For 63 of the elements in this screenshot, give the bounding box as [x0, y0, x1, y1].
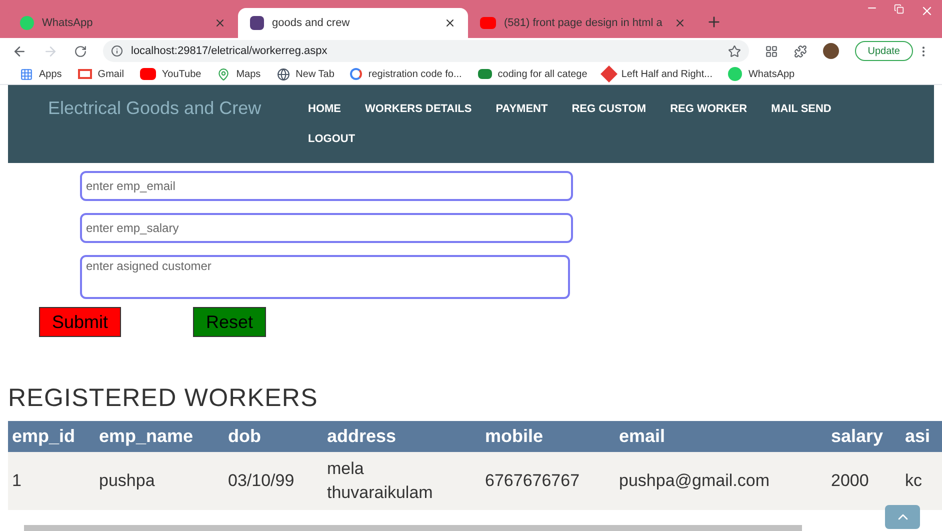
- section-title: REGISTERED WORKERS: [8, 383, 319, 413]
- globe-icon: [276, 68, 290, 80]
- nav-link[interactable]: REG CUSTOM: [572, 101, 646, 131]
- column-header: dob: [227, 425, 262, 448]
- bookmark[interactable]: Apps: [39, 66, 62, 82]
- bookmark[interactable]: WhatsApp: [748, 66, 795, 82]
- bookmark[interactable]: coding for all catege: [498, 66, 588, 82]
- column-header: email: [618, 425, 666, 448]
- back-icon[interactable]: [12, 44, 27, 58]
- nav-link[interactable]: PAYMENT: [496, 101, 548, 131]
- column-header: asi: [904, 425, 932, 448]
- bookmark[interactable]: registration code fo...: [368, 66, 462, 82]
- bookmark[interactable]: Left Half and Right...: [621, 66, 712, 82]
- column-header: address: [326, 425, 398, 448]
- table-cell-text: pushpa: [98, 470, 156, 492]
- bookmark[interactable]: Maps: [236, 66, 261, 82]
- update-button[interactable]: Update: [854, 41, 913, 61]
- nav-link[interactable]: LOGOUT: [308, 131, 356, 161]
- tab-title: (581) front page design in html a: [504, 16, 664, 31]
- browser-tab[interactable]: goods and crew: [238, 8, 468, 38]
- table-cell-text: mela thuvaraikulam: [326, 458, 434, 504]
- nav-link[interactable]: HOME: [308, 101, 341, 131]
- column-header: emp_id: [11, 425, 76, 448]
- bookmark[interactable]: New Tab: [296, 66, 334, 82]
- form-button[interactable]: Reset: [193, 307, 266, 337]
- restore-icon[interactable]: [894, 4, 904, 14]
- tab-title: goods and crew: [272, 16, 351, 31]
- bookmark[interactable]: Gmail: [98, 66, 124, 82]
- nav-link[interactable]: REG WORKER: [670, 101, 748, 131]
- avatar[interactable]: [822, 43, 839, 59]
- star-icon[interactable]: [728, 44, 741, 58]
- table-cell-text: 1: [11, 470, 22, 492]
- table-cell-text: 03/10/99: [227, 470, 296, 492]
- site-brand[interactable]: Electrical Goods and Crew: [48, 97, 268, 119]
- input-field[interactable]: enter emp_email: [80, 171, 573, 201]
- scroll-top-button[interactable]: [885, 505, 920, 529]
- nav-link[interactable]: WORKERS DETAILS: [365, 101, 472, 131]
- table-cell-text: 2000: [830, 470, 870, 492]
- new-tab-icon[interactable]: [706, 14, 722, 30]
- reload-icon[interactable]: [74, 44, 87, 58]
- text-area-field[interactable]: enter asigned customer: [80, 255, 570, 299]
- column-header: emp_name: [98, 425, 194, 448]
- address-bar[interactable]: localhost:29817/eletrical/workerreg.aspx: [103, 40, 749, 62]
- bookmark[interactable]: YouTube: [162, 66, 202, 82]
- url-text: localhost:29817/eletrical/workerreg.aspx: [131, 44, 328, 59]
- extension-icon[interactable]: [794, 44, 807, 58]
- table-cell-text: pushpa@gmail.com: [618, 470, 770, 492]
- info-icon: [111, 45, 123, 57]
- column-header: mobile: [484, 425, 544, 448]
- table-cell-text: 6767676767: [484, 470, 581, 492]
- grid-icon[interactable]: [764, 44, 778, 58]
- pin-icon: [217, 68, 230, 80]
- column-header: salary: [830, 425, 884, 448]
- table-cell-text: kc: [904, 470, 923, 492]
- nav-link[interactable]: MAIL SEND: [771, 101, 832, 131]
- tab-title: WhatsApp: [42, 16, 94, 31]
- form-button[interactable]: Submit: [39, 307, 122, 337]
- logo-icon: [250, 16, 264, 30]
- horizontal-scrollbar[interactable]: [24, 525, 802, 531]
- close-icon[interactable]: [444, 17, 456, 29]
- input-field[interactable]: enter emp_salary: [80, 213, 573, 243]
- apps-icon: [20, 68, 33, 80]
- ring-icon: [350, 68, 362, 80]
